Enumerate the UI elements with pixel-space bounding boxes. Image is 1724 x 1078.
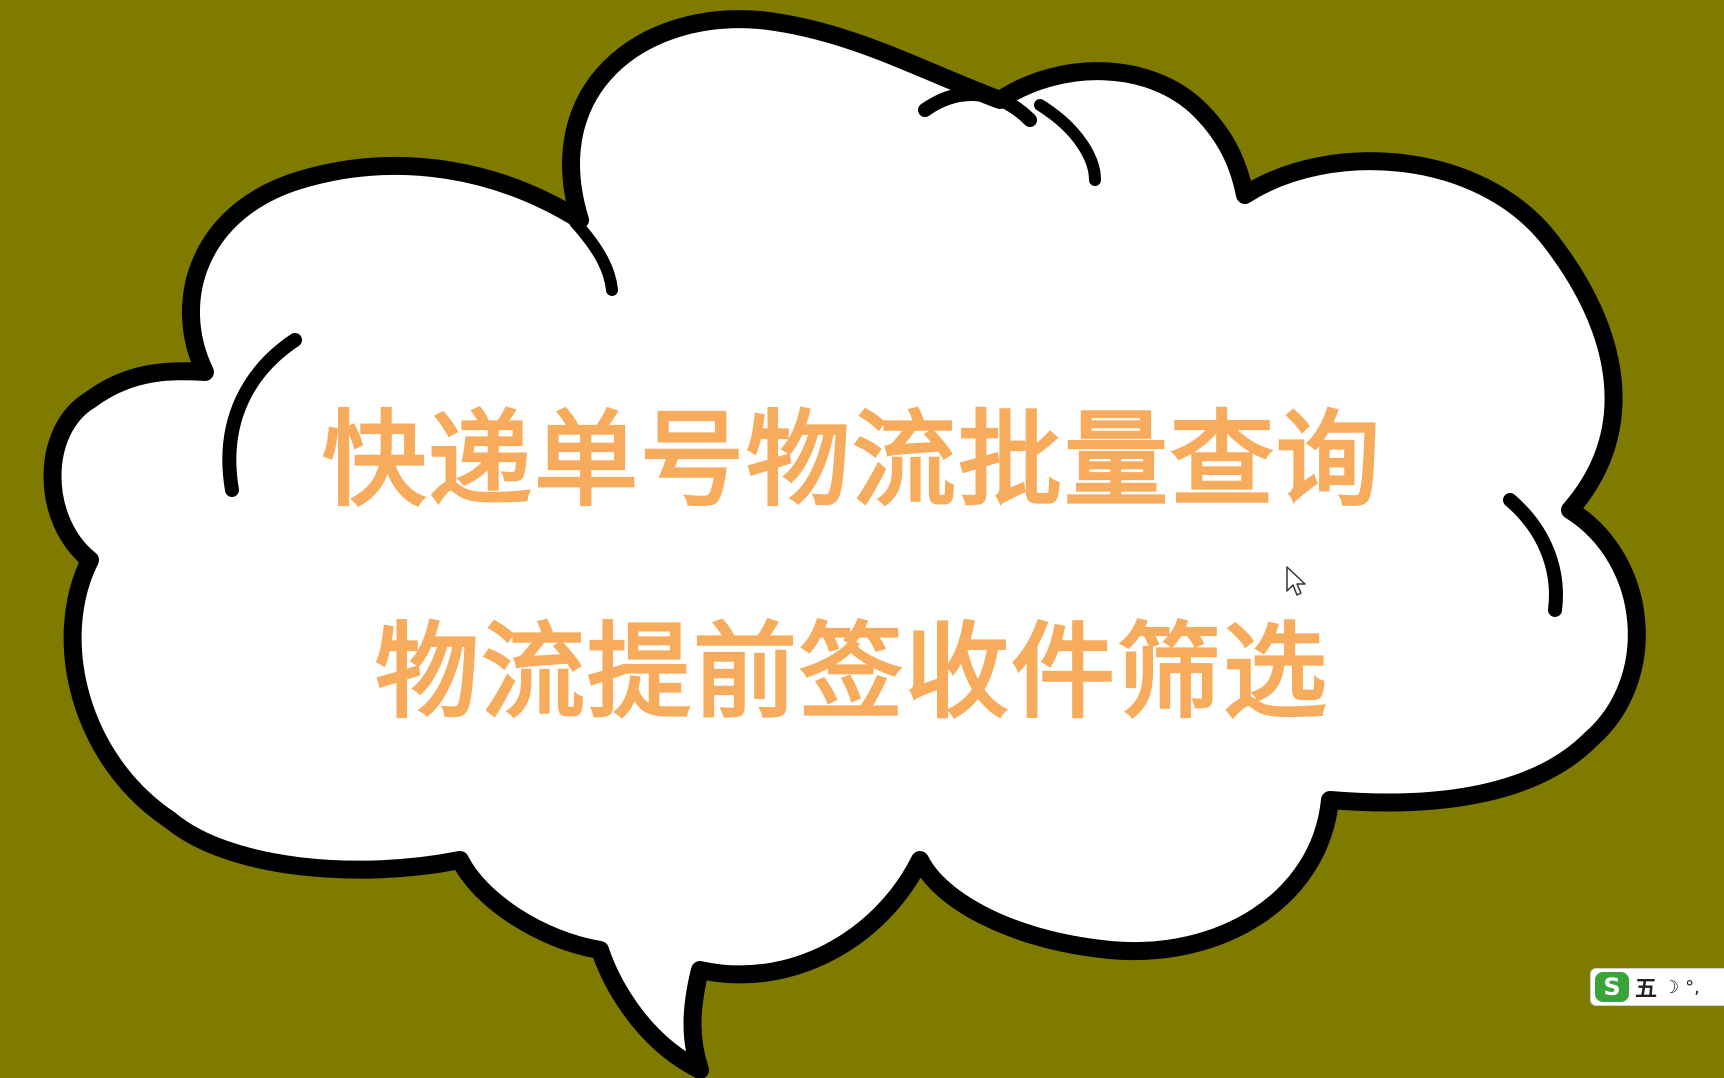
half-width-moon-icon[interactable]: ☽ bbox=[1663, 977, 1679, 998]
mouse-pointer-icon bbox=[1286, 566, 1306, 596]
punctuation-toggle[interactable]: °, bbox=[1685, 977, 1700, 998]
speech-cloud-shape bbox=[43, 10, 1646, 1078]
title-line-2: 物流提前签收件筛选 bbox=[374, 611, 1329, 733]
ime-toolbar[interactable]: S 五 ☽ °, bbox=[1590, 968, 1724, 1006]
speech-cloud bbox=[43, 10, 1646, 1078]
title-line-1: 快递单号物流批量查询 bbox=[321, 399, 1382, 521]
video-frame: 快递单号物流批量查询 物流提前签收件筛选 S 五 ☽ °, bbox=[0, 0, 1724, 1078]
ime-mode-toggle[interactable]: 五 bbox=[1635, 971, 1657, 1003]
sogou-ime-logo-icon[interactable]: S bbox=[1595, 972, 1629, 1002]
